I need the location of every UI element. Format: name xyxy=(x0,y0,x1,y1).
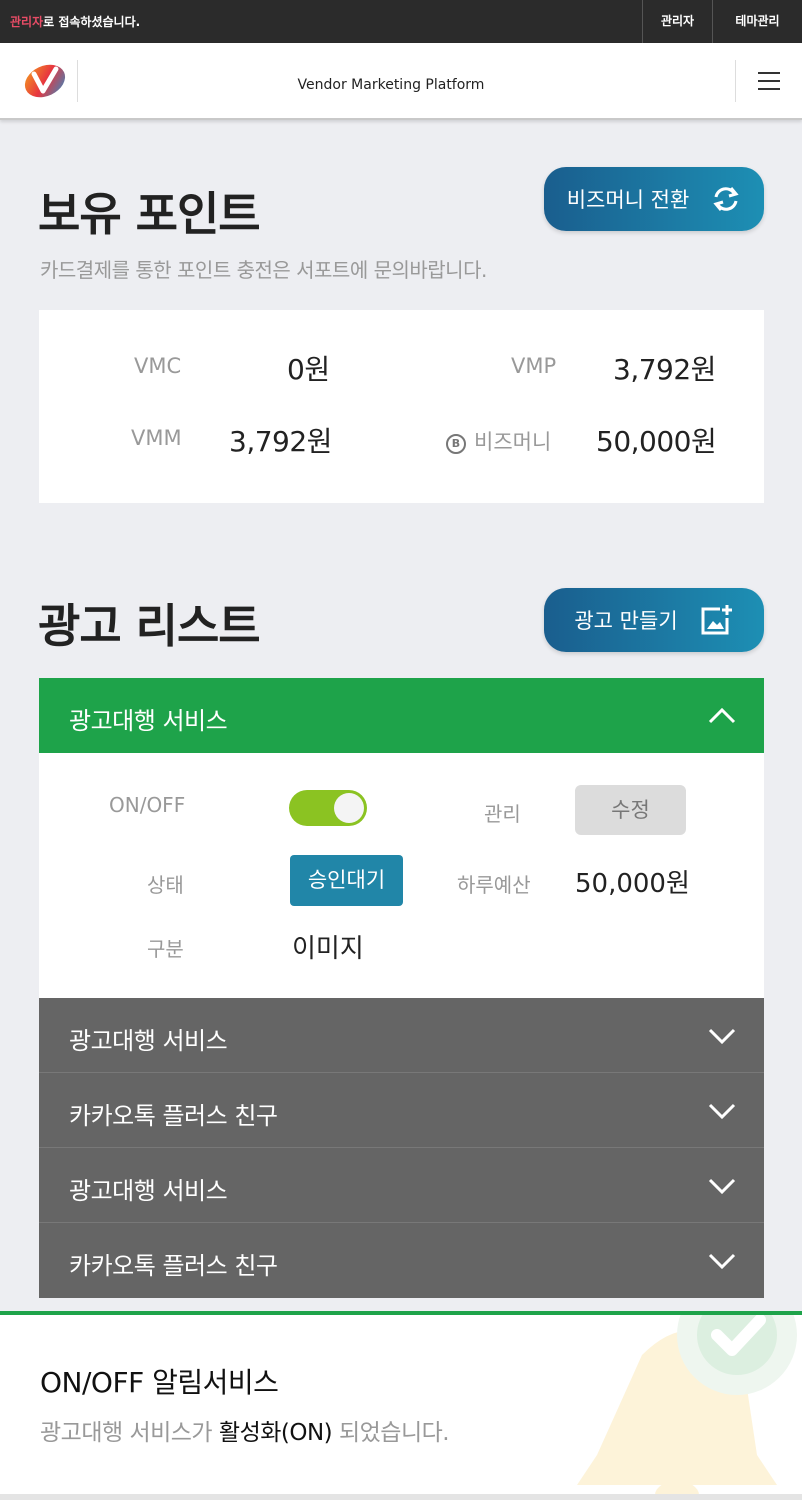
refresh-icon xyxy=(713,187,739,211)
points-subtitle: 카드결제를 통한 포인트 충전은 서포트에 문의바랍니다. xyxy=(40,258,487,282)
point-label-vmm: VMM xyxy=(131,426,182,450)
chevron-down-icon xyxy=(708,1103,736,1120)
admin-links: 관리자 테마관리 xyxy=(642,0,802,43)
point-value-bizmoney: 50,000원 xyxy=(596,425,717,458)
admin-link[interactable]: 관리자 xyxy=(642,0,712,43)
admin-bar: 관리자로 접속하셨습니다. 관리자 테마관리 xyxy=(0,0,802,43)
bell-check-icon xyxy=(577,1315,797,1500)
ad-item-title: 광고대행 서비스 xyxy=(69,1027,228,1055)
type-label: 구분 xyxy=(147,937,184,961)
ad-item-title: 카카오톡 플러스 친구 xyxy=(69,1102,278,1130)
ad-item-title: 광고대행 서비스 xyxy=(69,707,228,735)
ad-item-title: 광고대행 서비스 xyxy=(69,1177,228,1205)
ad-item-collapsed[interactable]: 카카오톡 플러스 친구 xyxy=(39,1073,764,1148)
add-image-icon xyxy=(701,605,732,635)
header-divider xyxy=(735,60,736,102)
create-ad-button[interactable]: 광고 만들기 xyxy=(544,588,764,652)
theme-manage-link[interactable]: 테마관리 xyxy=(712,0,802,43)
point-label-vmc: VMC xyxy=(134,354,182,378)
bottom-divider xyxy=(0,1494,802,1500)
platform-title: Vendor Marketing Platform xyxy=(297,77,485,93)
onoff-label: ON/OFF xyxy=(109,793,186,817)
site-header: Vendor Marketing Platform xyxy=(0,43,802,120)
ad-item-title: 카카오톡 플러스 친구 xyxy=(69,1252,278,1280)
ad-list-title: 광고 리스트 xyxy=(38,599,261,653)
chevron-down-icon xyxy=(708,1253,736,1270)
admin-login-message: 관리자로 접속하셨습니다. xyxy=(10,15,141,29)
ad-item-collapsed[interactable]: 광고대행 서비스 xyxy=(39,998,764,1073)
point-label-bizmoney: B 비즈머니 xyxy=(446,426,551,456)
onoff-toggle[interactable] xyxy=(289,790,367,826)
toggle-knob xyxy=(334,793,364,823)
manage-label: 관리 xyxy=(484,802,521,826)
notification-message: 광고대행 서비스가 활성화(ON) 되었습니다. xyxy=(40,1420,450,1446)
type-value: 이미지 xyxy=(292,934,364,964)
ad-item-collapsed[interactable]: 광고대행 서비스 xyxy=(39,1148,764,1223)
bitcoin-coin-icon: B xyxy=(446,434,466,454)
points-title: 보유 포인트 xyxy=(38,187,261,241)
status-badge: 승인대기 xyxy=(290,855,403,906)
onoff-notification: ON/OFF 알림서비스 광고대행 서비스가 활성화(ON) 되었습니다. xyxy=(0,1311,802,1500)
edit-button[interactable]: 수정 xyxy=(575,785,686,835)
chevron-down-icon xyxy=(708,1178,736,1195)
point-value-vmp: 3,792원 xyxy=(613,353,716,386)
bizmoney-convert-button[interactable]: 비즈머니 전환 xyxy=(544,167,764,231)
point-value-vmm: 3,792원 xyxy=(229,425,332,458)
daily-budget-label: 하루예산 xyxy=(457,873,531,897)
create-ad-label: 광고 만들기 xyxy=(574,609,678,633)
bizmoney-convert-label: 비즈머니 전환 xyxy=(566,188,690,212)
notification-title: ON/OFF 알림서비스 xyxy=(40,1366,279,1399)
ad-item-details: ON/OFF 관리 수정 상태 승인대기 하루예산 50,000원 구분 이미지 xyxy=(39,753,764,998)
hamburger-menu-icon[interactable] xyxy=(758,72,780,90)
point-value-vmc: 0원 xyxy=(287,353,330,386)
point-label-vmp: VMP xyxy=(511,354,557,378)
ad-item-collapsed[interactable]: 카카오톡 플러스 친구 xyxy=(39,1223,764,1298)
points-card: VMC 0원 VMP 3,792원 VMM 3,792원 B 비즈머니 50,00… xyxy=(39,310,764,503)
chevron-up-icon xyxy=(708,707,736,724)
ad-item-header-open[interactable]: 광고대행 서비스 xyxy=(39,678,764,753)
chevron-down-icon xyxy=(708,1028,736,1045)
daily-budget-value: 50,000원 xyxy=(575,869,690,899)
status-label: 상태 xyxy=(147,873,184,897)
